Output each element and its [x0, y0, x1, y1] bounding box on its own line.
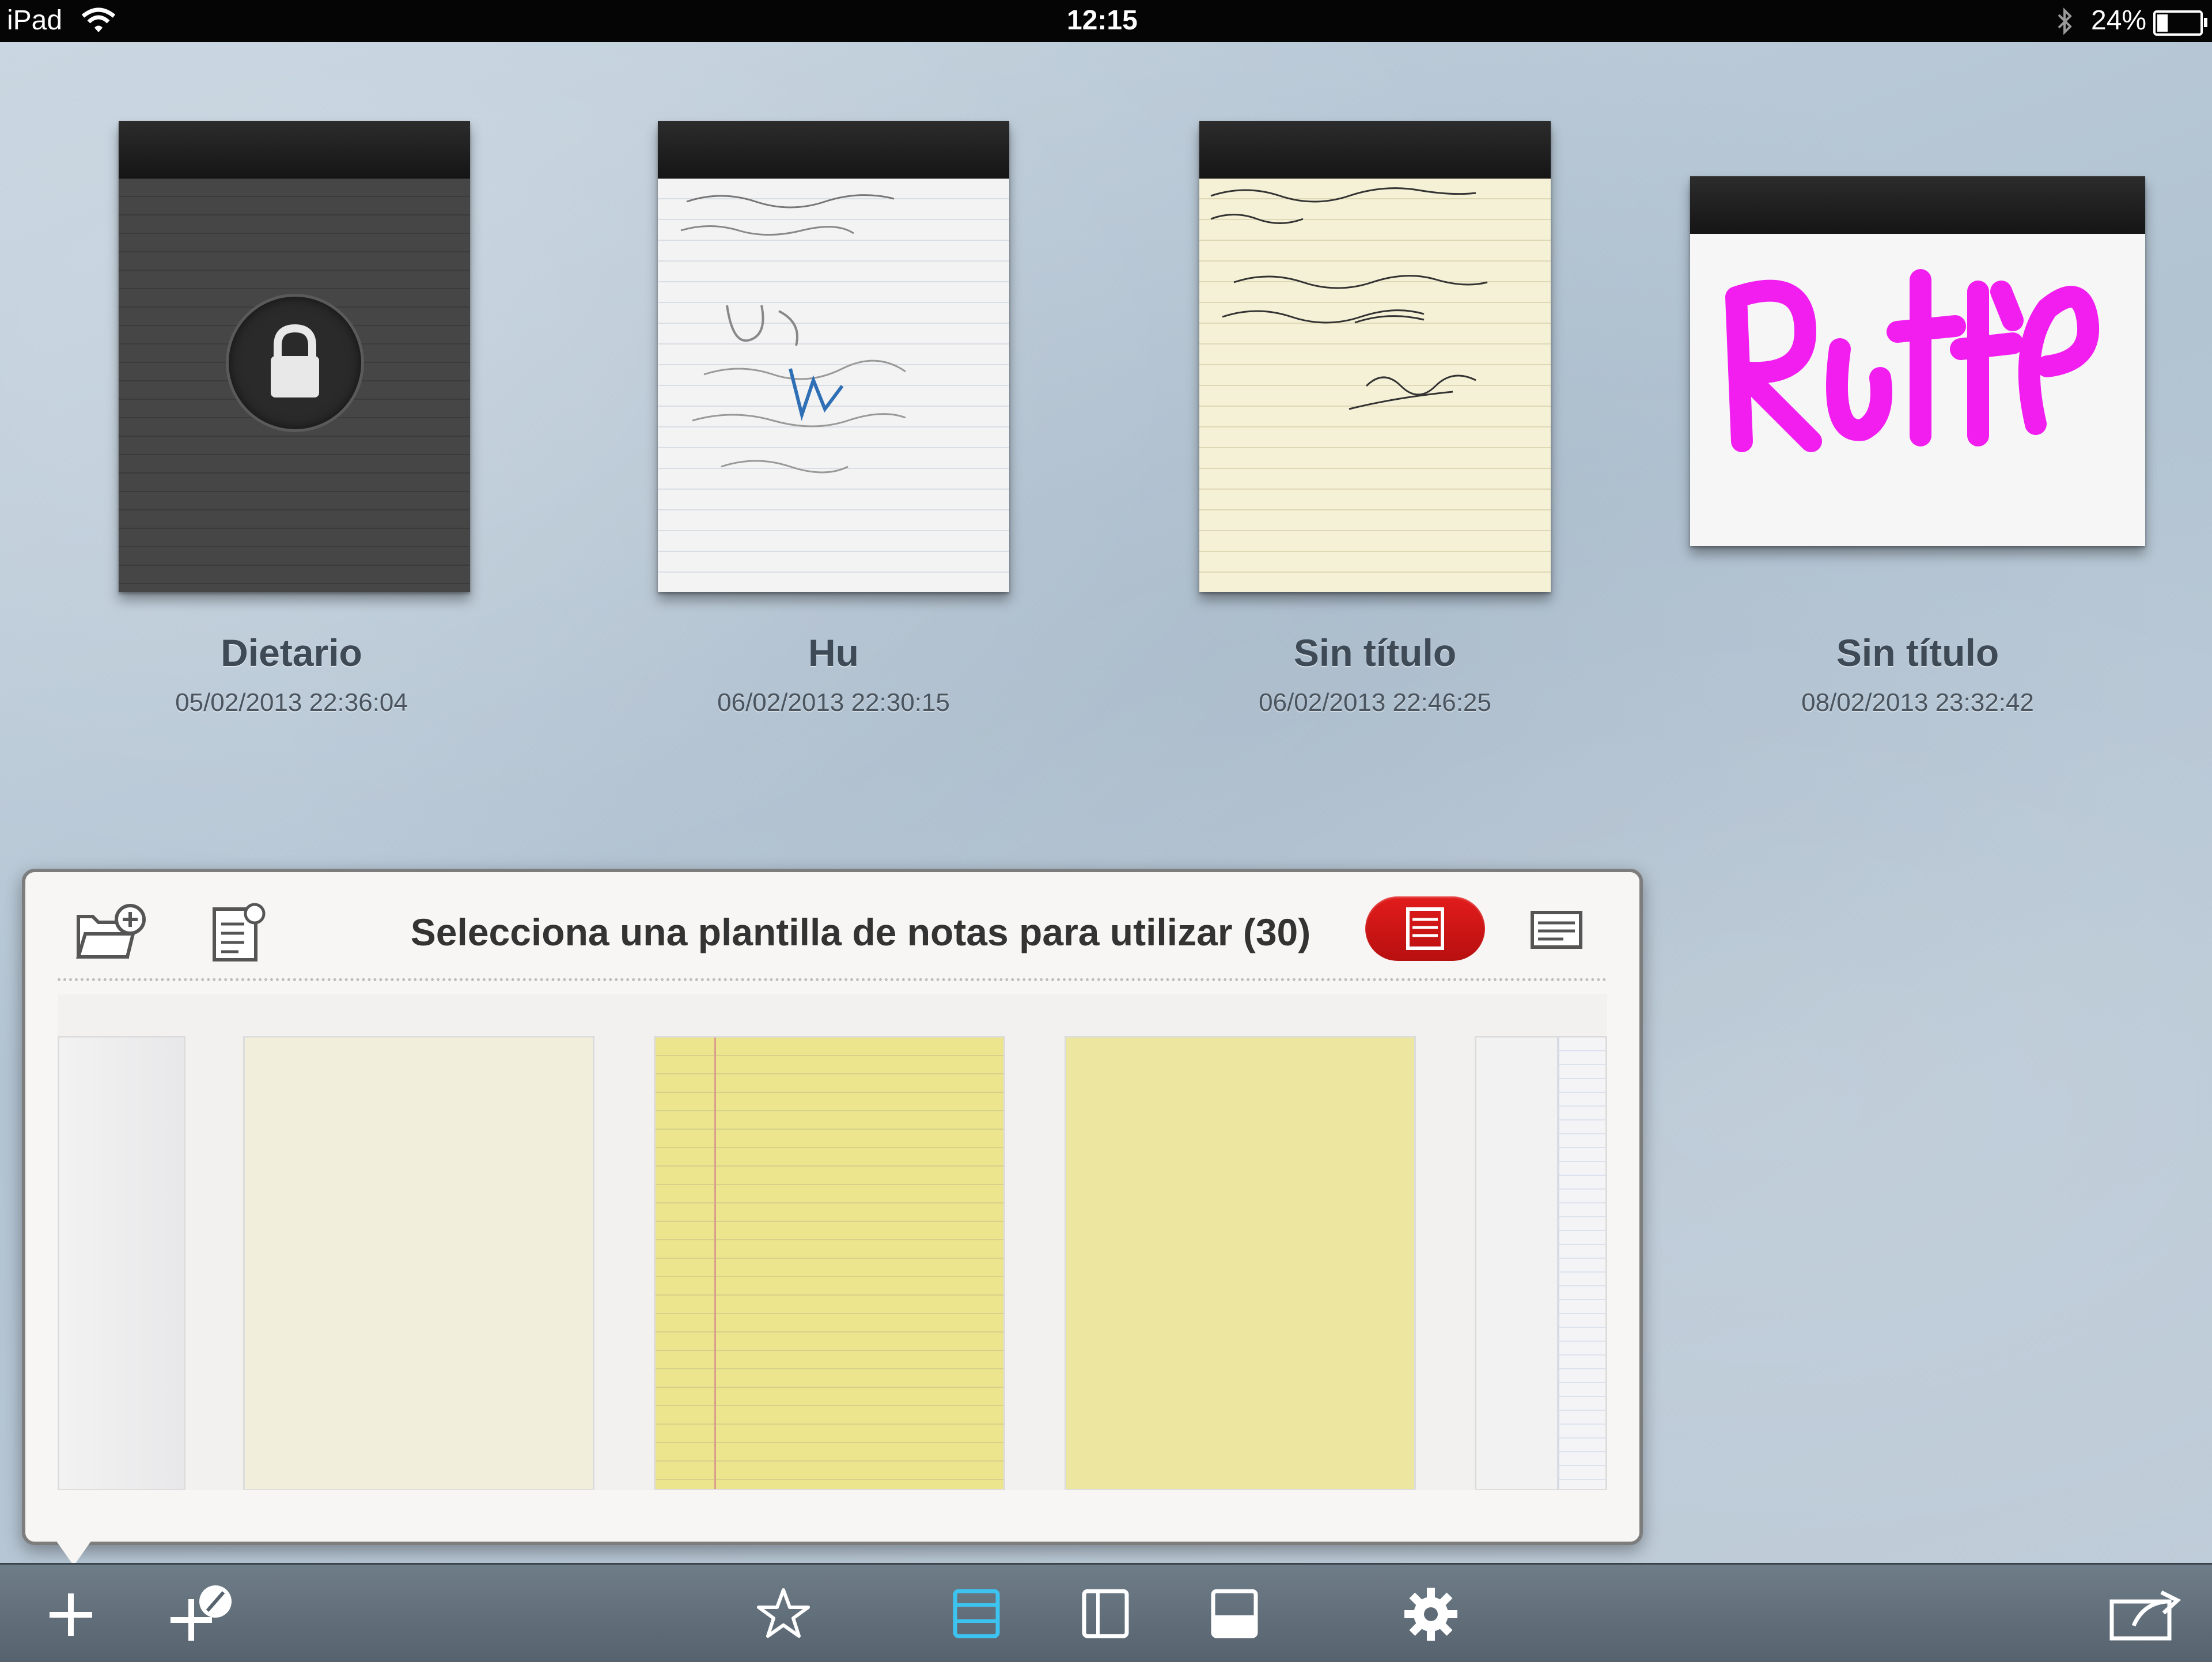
status-time: 12:15: [1067, 5, 1138, 36]
notebook-hu[interactable]: [658, 121, 1009, 592]
handwriting-sketch: [680, 194, 906, 474]
half-view-icon[interactable]: [1210, 1588, 1259, 1640]
template-strip[interactable]: [58, 994, 1607, 1490]
gear-icon[interactable]: [1402, 1585, 1460, 1643]
notebook-binding: [658, 121, 1009, 179]
notebook-page: [658, 179, 1009, 592]
template-partial-left[interactable]: [58, 1036, 185, 1490]
portrait-template-icon: [1406, 907, 1444, 950]
notebook-date: 08/02/2013 23:32:42: [1801, 688, 2034, 717]
note-settings-icon[interactable]: [210, 902, 267, 966]
add-icon[interactable]: [45, 1589, 97, 1641]
split-view-icon[interactable]: [1081, 1588, 1130, 1640]
notebook-page: [1199, 179, 1551, 592]
device-name: iPad: [7, 5, 63, 36]
notebook-dietario[interactable]: [119, 121, 470, 592]
lock-badge: [226, 294, 364, 432]
notebook-date: 06/02/2013 22:30:15: [717, 688, 950, 717]
popover-title: Selecciona una plantilla de notas para u…: [410, 911, 1311, 953]
portrait-template-toggle[interactable]: [1365, 896, 1485, 961]
notebook-sin-titulo-2[interactable]: [1690, 176, 2145, 546]
notebook-sin-titulo-1[interactable]: [1199, 121, 1551, 592]
handwriting-sketch: [1210, 187, 1488, 410]
notebook-binding: [119, 121, 470, 179]
notebook-page: [1690, 234, 2145, 546]
notebook-date: 06/02/2013 22:46:25: [1259, 688, 1491, 717]
template-cream-plain[interactable]: [243, 1036, 594, 1490]
status-bar: iPad 12:15 24%: [0, 0, 2212, 42]
template-yellow-plain[interactable]: [1065, 1036, 1416, 1490]
add-folder-icon[interactable]: [73, 902, 147, 966]
notebook-title: Hu: [808, 631, 859, 674]
bottom-toolbar: [0, 1563, 2212, 1662]
template-partial-right[interactable]: [1475, 1036, 1607, 1490]
notebook-binding: [1690, 176, 2145, 234]
share-icon[interactable]: [2108, 1588, 2183, 1643]
lock-icon: [271, 324, 319, 397]
notebook-title: Sin título: [1293, 631, 1457, 674]
notebook-date: 05/02/2013 22:36:04: [175, 688, 408, 717]
notebook-binding: [1199, 121, 1551, 179]
popover-divider: [58, 978, 1607, 981]
battery-percent: 24%: [2091, 5, 2147, 36]
notebook-title: Dietario: [221, 631, 362, 674]
notebook-title: Sin título: [1836, 631, 1999, 674]
popover-arrow: [52, 1535, 96, 1566]
landscape-template-icon[interactable]: [1529, 909, 1584, 951]
template-yellow-legal[interactable]: [654, 1036, 1005, 1490]
grid-view-icon[interactable]: [952, 1588, 1001, 1640]
add-tools-icon[interactable]: [167, 1582, 236, 1645]
battery-icon: [2153, 10, 2207, 36]
template-popover: Selecciona una plantilla de notas para u…: [22, 869, 1643, 1545]
wifi-icon: [81, 7, 116, 32]
handwriting-sketch: [1725, 269, 2100, 452]
bluetooth-icon: [2058, 7, 2072, 35]
star-icon[interactable]: [755, 1585, 812, 1643]
